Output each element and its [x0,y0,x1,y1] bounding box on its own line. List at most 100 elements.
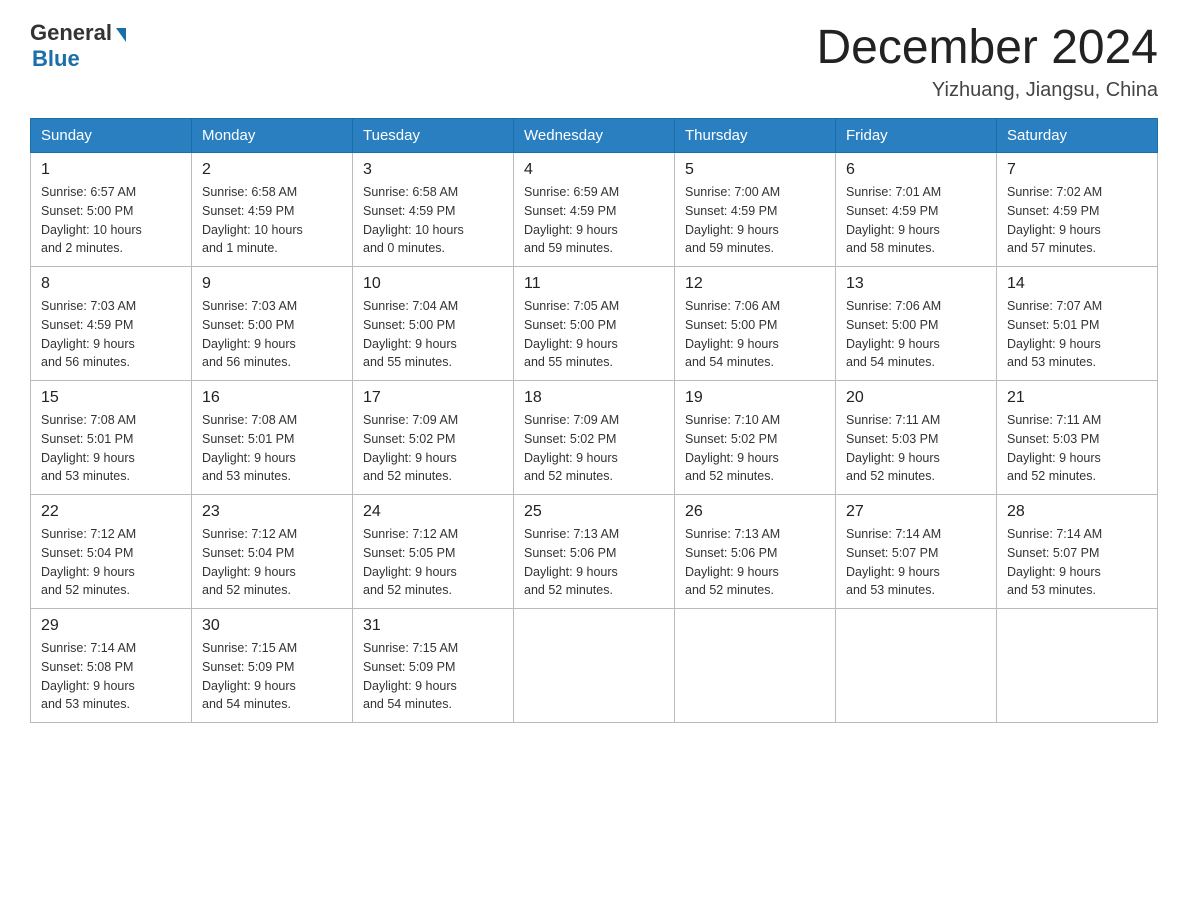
day-info: Sunrise: 7:06 AMSunset: 5:00 PMDaylight:… [685,297,825,372]
day-number: 4 [524,161,664,179]
page-header: General Blue December 2024 Yizhuang, Jia… [30,20,1158,102]
calendar-cell: 2 Sunrise: 6:58 AMSunset: 4:59 PMDaylight… [192,153,353,267]
header-monday: Monday [192,119,353,153]
day-number: 17 [363,389,503,407]
day-number: 8 [41,275,181,293]
day-info: Sunrise: 7:01 AMSunset: 4:59 PMDaylight:… [846,183,986,258]
day-number: 13 [846,275,986,293]
calendar-cell: 12Sunrise: 7:06 AMSunset: 5:00 PMDayligh… [675,267,836,381]
calendar-cell: 22 Sunrise: 7:12 AMSunset: 5:04 PMDayligh… [31,495,192,609]
calendar-cell: 3 Sunrise: 6:58 AMSunset: 4:59 PMDaylight… [353,153,514,267]
calendar-table: SundayMondayTuesdayWednesdayThursdayFrid… [30,118,1158,723]
day-number: 2 [202,161,342,179]
day-number: 7 [1007,161,1147,179]
calendar-cell: 5 Sunrise: 7:00 AMSunset: 4:59 PMDaylight… [675,153,836,267]
calendar-cell: 10Sunrise: 7:04 AMSunset: 5:00 PMDayligh… [353,267,514,381]
calendar-cell [997,609,1158,723]
day-number: 21 [1007,389,1147,407]
day-number: 26 [685,503,825,521]
day-number: 31 [363,617,503,635]
calendar-cell: 27 Sunrise: 7:14 AMSunset: 5:07 PMDayligh… [836,495,997,609]
day-number: 11 [524,275,664,293]
day-number: 28 [1007,503,1147,521]
calendar-cell: 29Sunrise: 7:14 AMSunset: 5:08 PMDayligh… [31,609,192,723]
calendar-cell: 1Sunrise: 6:57 AMSunset: 5:00 PMDaylight… [31,153,192,267]
day-info: Sunrise: 7:13 AMSunset: 5:06 PMDaylight:… [524,525,664,600]
day-info: Sunrise: 6:57 AMSunset: 5:00 PMDaylight:… [41,183,181,258]
days-header-row: SundayMondayTuesdayWednesdayThursdayFrid… [31,119,1158,153]
week-row-3: 15 Sunrise: 7:08 AMSunset: 5:01 PMDayligh… [31,381,1158,495]
calendar-cell [514,609,675,723]
week-row-1: 1Sunrise: 6:57 AMSunset: 5:00 PMDaylight… [31,153,1158,267]
calendar-cell: 7 Sunrise: 7:02 AMSunset: 4:59 PMDaylight… [997,153,1158,267]
logo: General Blue [30,20,126,72]
calendar-cell: 20 Sunrise: 7:11 AMSunset: 5:03 PMDayligh… [836,381,997,495]
week-row-4: 22 Sunrise: 7:12 AMSunset: 5:04 PMDayligh… [31,495,1158,609]
day-info: Sunrise: 7:13 AMSunset: 5:06 PMDaylight:… [685,525,825,600]
header-tuesday: Tuesday [353,119,514,153]
day-info: Sunrise: 7:08 AMSunset: 5:01 PMDaylight:… [41,411,181,486]
header-friday: Friday [836,119,997,153]
calendar-cell: 24 Sunrise: 7:12 AMSunset: 5:05 PMDayligh… [353,495,514,609]
month-title: December 2024 [816,20,1158,75]
week-row-2: 8 Sunrise: 7:03 AMSunset: 4:59 PMDaylight… [31,267,1158,381]
calendar-cell: 25 Sunrise: 7:13 AMSunset: 5:06 PMDayligh… [514,495,675,609]
day-number: 24 [363,503,503,521]
day-number: 14 [1007,275,1147,293]
day-info: Sunrise: 7:03 AMSunset: 5:00 PMDaylight:… [202,297,342,372]
day-info: Sunrise: 7:06 AMSunset: 5:00 PMDaylight:… [846,297,986,372]
day-info: Sunrise: 7:12 AMSunset: 5:05 PMDaylight:… [363,525,503,600]
calendar-cell: 31 Sunrise: 7:15 AMSunset: 5:09 PMDayligh… [353,609,514,723]
title-section: December 2024 Yizhuang, Jiangsu, China [816,20,1158,102]
day-info: Sunrise: 6:59 AMSunset: 4:59 PMDaylight:… [524,183,664,258]
day-info: Sunrise: 7:00 AMSunset: 4:59 PMDaylight:… [685,183,825,258]
day-info: Sunrise: 7:14 AMSunset: 5:07 PMDaylight:… [846,525,986,600]
day-number: 10 [363,275,503,293]
day-info: Sunrise: 6:58 AMSunset: 4:59 PMDaylight:… [202,183,342,258]
calendar-cell: 26 Sunrise: 7:13 AMSunset: 5:06 PMDayligh… [675,495,836,609]
day-info: Sunrise: 7:11 AMSunset: 5:03 PMDaylight:… [1007,411,1147,486]
day-info: Sunrise: 6:58 AMSunset: 4:59 PMDaylight:… [363,183,503,258]
calendar-cell: 30Sunrise: 7:15 AMSunset: 5:09 PMDayligh… [192,609,353,723]
calendar-cell: 11 Sunrise: 7:05 AMSunset: 5:00 PMDayligh… [514,267,675,381]
day-info: Sunrise: 7:05 AMSunset: 5:00 PMDaylight:… [524,297,664,372]
calendar-cell: 17 Sunrise: 7:09 AMSunset: 5:02 PMDayligh… [353,381,514,495]
day-info: Sunrise: 7:10 AMSunset: 5:02 PMDaylight:… [685,411,825,486]
day-info: Sunrise: 7:02 AMSunset: 4:59 PMDaylight:… [1007,183,1147,258]
day-info: Sunrise: 7:12 AMSunset: 5:04 PMDaylight:… [202,525,342,600]
header-sunday: Sunday [31,119,192,153]
day-info: Sunrise: 7:11 AMSunset: 5:03 PMDaylight:… [846,411,986,486]
day-info: Sunrise: 7:15 AMSunset: 5:09 PMDaylight:… [363,639,503,714]
day-info: Sunrise: 7:08 AMSunset: 5:01 PMDaylight:… [202,411,342,486]
day-number: 25 [524,503,664,521]
day-number: 27 [846,503,986,521]
logo-blue-text: Blue [32,46,80,72]
day-info: Sunrise: 7:03 AMSunset: 4:59 PMDaylight:… [41,297,181,372]
day-info: Sunrise: 7:09 AMSunset: 5:02 PMDaylight:… [524,411,664,486]
calendar-cell: 16Sunrise: 7:08 AMSunset: 5:01 PMDayligh… [192,381,353,495]
calendar-cell: 19 Sunrise: 7:10 AMSunset: 5:02 PMDayligh… [675,381,836,495]
day-info: Sunrise: 7:09 AMSunset: 5:02 PMDaylight:… [363,411,503,486]
day-number: 23 [202,503,342,521]
location-text: Yizhuang, Jiangsu, China [816,79,1158,102]
calendar-cell: 6Sunrise: 7:01 AMSunset: 4:59 PMDaylight… [836,153,997,267]
day-number: 15 [41,389,181,407]
calendar-cell: 9 Sunrise: 7:03 AMSunset: 5:00 PMDaylight… [192,267,353,381]
day-number: 9 [202,275,342,293]
calendar-cell: 28Sunrise: 7:14 AMSunset: 5:07 PMDayligh… [997,495,1158,609]
calendar-cell [836,609,997,723]
calendar-cell: 18 Sunrise: 7:09 AMSunset: 5:02 PMDayligh… [514,381,675,495]
day-number: 18 [524,389,664,407]
logo-general-text: General [30,20,112,46]
day-number: 3 [363,161,503,179]
calendar-cell: 14 Sunrise: 7:07 AMSunset: 5:01 PMDayligh… [997,267,1158,381]
day-info: Sunrise: 7:07 AMSunset: 5:01 PMDaylight:… [1007,297,1147,372]
day-number: 20 [846,389,986,407]
day-info: Sunrise: 7:12 AMSunset: 5:04 PMDaylight:… [41,525,181,600]
calendar-cell: 21 Sunrise: 7:11 AMSunset: 5:03 PMDayligh… [997,381,1158,495]
calendar-cell: 15 Sunrise: 7:08 AMSunset: 5:01 PMDayligh… [31,381,192,495]
calendar-cell: 13 Sunrise: 7:06 AMSunset: 5:00 PMDayligh… [836,267,997,381]
day-number: 5 [685,161,825,179]
day-number: 19 [685,389,825,407]
day-number: 22 [41,503,181,521]
